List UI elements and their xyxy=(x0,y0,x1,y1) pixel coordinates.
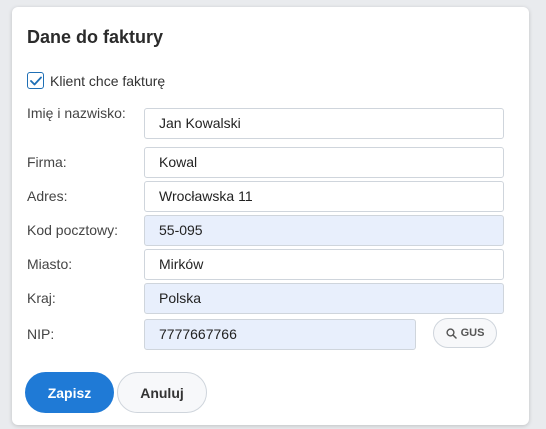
invoice-checkbox-label[interactable]: Klient chce fakturę xyxy=(50,73,165,89)
invoice-checkbox[interactable] xyxy=(27,72,44,89)
search-icon xyxy=(445,327,457,339)
postal-code-label: Kod pocztowy: xyxy=(27,222,119,238)
gus-lookup-button[interactable]: GUS xyxy=(433,318,497,348)
checkmark-icon xyxy=(29,76,42,85)
gus-button-label: GUS xyxy=(460,327,485,339)
nip-label: NIP: xyxy=(27,326,55,342)
postal-code-field[interactable]: 55-095 xyxy=(144,215,504,246)
invoice-checkbox-row[interactable]: Klient chce fakturę xyxy=(27,72,165,89)
name-field[interactable]: Jan Kowalski xyxy=(144,108,504,139)
city-label: Miasto: xyxy=(27,256,73,272)
nip-field[interactable]: 7777667766 xyxy=(144,319,416,350)
country-field[interactable]: Polska xyxy=(144,283,504,314)
save-button[interactable]: Zapisz xyxy=(25,372,114,413)
cancel-button[interactable]: Anuluj xyxy=(117,372,207,413)
address-field[interactable]: Wrocławska 11 xyxy=(144,181,504,212)
name-label: Imię i nazwisko: xyxy=(27,105,126,121)
company-field[interactable]: Kowal xyxy=(144,147,504,178)
country-label: Kraj: xyxy=(27,290,56,306)
invoice-dialog: Dane do faktury Klient chce fakturę Imię… xyxy=(12,7,529,425)
company-label: Firma: xyxy=(27,154,67,170)
dialog-title: Dane do faktury xyxy=(27,27,164,47)
address-label: Adres: xyxy=(27,188,68,204)
city-field[interactable]: Mirków xyxy=(144,249,504,280)
